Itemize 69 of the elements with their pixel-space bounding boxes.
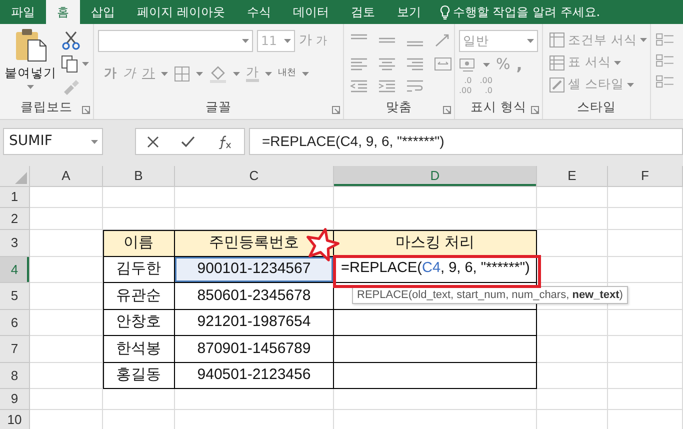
grid-cell [537, 362, 608, 389]
function-tooltip: REPLACE(old_text, start_num, num_chars, new_text) [352, 286, 628, 304]
table-cell: 한석봉 [103, 336, 175, 362]
row-header[interactable]: 3 [0, 230, 30, 256]
column-header[interactable]: D [334, 166, 537, 187]
cancel-icon[interactable] [147, 136, 159, 148]
row-header[interactable]: 5 [0, 283, 30, 310]
row-header[interactable]: 6 [0, 310, 30, 336]
table-header-cell: 마스킹 처리 [334, 230, 537, 256]
group-label: 표시 형식 [470, 98, 527, 116]
row-header[interactable]: 9 [0, 389, 30, 410]
table-cell: 안창호 [103, 310, 175, 336]
column-header[interactable]: B [103, 166, 175, 187]
table-cell: 921201-1987654 [175, 310, 334, 336]
function-icon[interactable] [217, 134, 233, 148]
ribbon-tab[interactable]: 삽입 [80, 0, 126, 24]
column-header[interactable]: C [175, 166, 334, 187]
ribbon-tab[interactable]: 홈 [46, 0, 80, 24]
caret-icon[interactable] [27, 84, 34, 89]
caret-icon[interactable] [614, 60, 621, 64]
ribbon-tab[interactable]: 페이지 레이아웃 [126, 0, 236, 24]
grid-cell [537, 389, 608, 410]
caret-icon[interactable] [640, 38, 647, 42]
grid-cell [537, 310, 608, 336]
group-label: 글꼴 [204, 98, 232, 116]
row-header[interactable]: 7 [0, 336, 30, 362]
grid-cell [537, 187, 608, 208]
star-icon [304, 227, 340, 263]
table-cell: 유관순 [103, 283, 175, 310]
table-cell: 870901-1456789 [175, 336, 334, 362]
caret-icon[interactable] [91, 140, 98, 144]
row-header[interactable]: 8 [0, 362, 30, 389]
grid-cell [103, 187, 175, 208]
row-header[interactable]: 2 [0, 208, 30, 230]
clipboard-icon [14, 28, 48, 62]
ribbon-tab[interactable]: 보기 [386, 0, 432, 24]
caret-icon[interactable] [626, 82, 634, 87]
grid-cell [537, 256, 608, 283]
column-header[interactable]: A [30, 166, 103, 187]
group-label: 스타일 [576, 98, 617, 116]
group-label: 클립보드 [20, 98, 74, 116]
table-cell: 850601-2345678 [175, 283, 334, 310]
row-header[interactable]: 1 [0, 187, 30, 208]
ribbon-tab[interactable]: 데이터 [282, 0, 340, 24]
table-cell: 홍길동 [103, 362, 175, 389]
ribbon-tab[interactable]: 수식 [236, 0, 282, 24]
table-header-cell: 이름 [103, 230, 175, 256]
name-box[interactable]: SUMIF [3, 128, 103, 155]
table-cell: 900101-1234567 [175, 256, 334, 283]
select-all-icon[interactable] [15, 172, 27, 184]
caret-icon[interactable] [242, 39, 249, 43]
tell-me-search[interactable]: 수행할 작업을 알려 주세요. [452, 3, 600, 21]
table-cell: 940501-2123456 [175, 362, 334, 389]
grid-cell [103, 389, 175, 410]
grid-cell [537, 336, 608, 362]
grid-cell [537, 208, 608, 230]
lightbulb-icon [440, 4, 450, 20]
row-header[interactable]: 4 [0, 256, 30, 283]
ribbon-tab[interactable]: 검토 [340, 0, 386, 24]
caret-icon[interactable] [284, 39, 291, 43]
column-header[interactable]: F [608, 166, 683, 187]
formula-cell-text[interactable]: =REPLACE(C4, 9, 6, "******") [341, 258, 530, 280]
ribbon-tab[interactable]: 파일 [0, 0, 46, 24]
column-header[interactable]: E [537, 166, 608, 187]
row-header[interactable]: 10 [0, 410, 30, 429]
caret-icon[interactable] [527, 39, 534, 43]
group-label: 맞춤 [385, 98, 413, 116]
formula-field[interactable]: =REPLACE(C4, 9, 6, "******") [249, 128, 683, 155]
enter-icon[interactable] [181, 136, 195, 148]
